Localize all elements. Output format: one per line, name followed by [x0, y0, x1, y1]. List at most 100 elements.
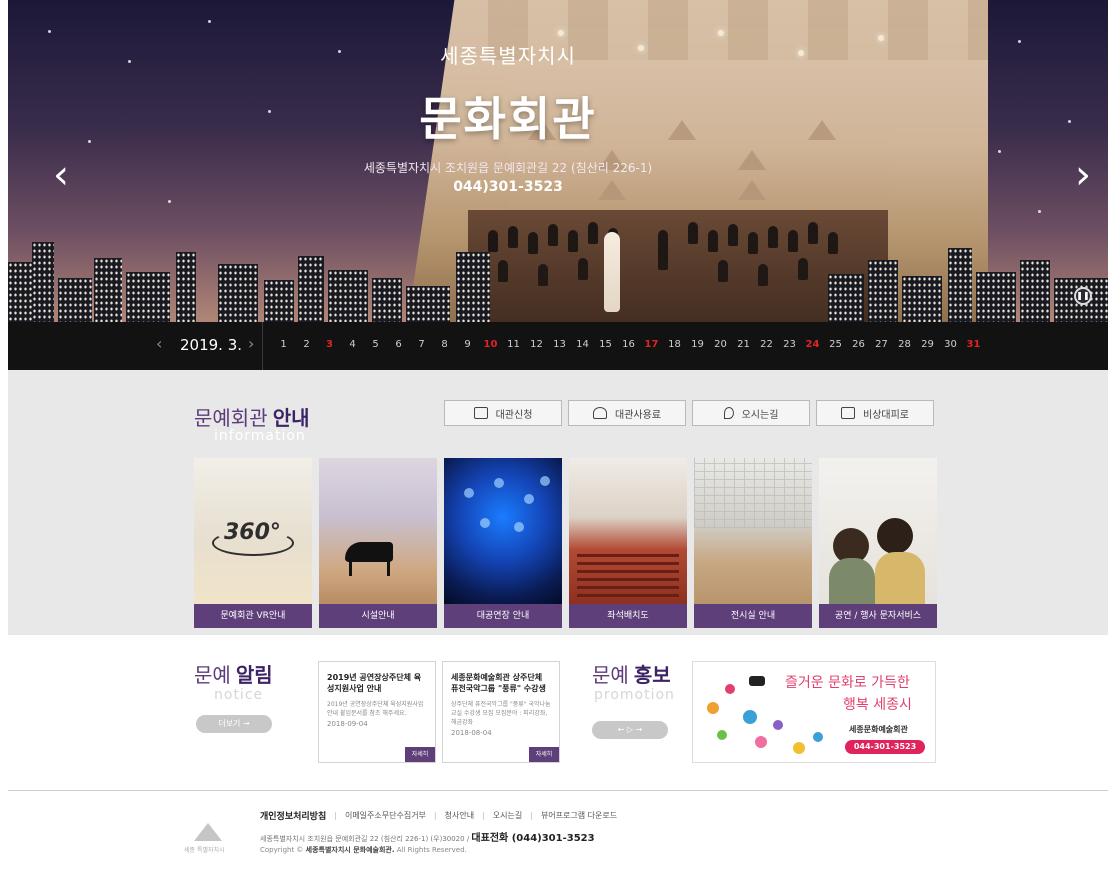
calendar-day[interactable]: 11	[502, 339, 525, 350]
promotion-slider-controls[interactable]: ← ▷ →	[592, 721, 668, 739]
calendar-next-month-button[interactable]: ›	[248, 334, 254, 353]
hero-phone: 044)301-3523	[453, 179, 563, 195]
gallery-guide-tile[interactable]: 전시실 안내	[694, 458, 812, 628]
calendar-day[interactable]: 5	[364, 339, 387, 350]
vr-360-text: 360°	[224, 520, 281, 545]
directions-button[interactable]: 오시는길	[692, 400, 810, 426]
promotion-banner[interactable]: 즐거운 문화로 가득한 행복 세종시 세종문화예술회관 044-301-3523	[692, 661, 936, 763]
building-guide-link[interactable]: 청사안내	[445, 810, 474, 821]
email-refusal-link[interactable]: 이메일주소무단수집거부	[345, 810, 426, 821]
calendar-day[interactable]: 19	[686, 339, 709, 350]
chevron-right-icon[interactable]: ›	[1068, 155, 1098, 199]
vr-guide-tile[interactable]: 360° 문예회관 VR안내	[194, 458, 312, 628]
kids-phone-image	[819, 458, 937, 606]
main-hall-label: 대공연장 안내	[444, 604, 562, 628]
vr-guide-label: 문예회관 VR안내	[194, 604, 312, 628]
hero-text-block: 세종특별자치시 문화회관 세종특별자치시 조치원읍 문예회관길 22 (침산리 …	[308, 40, 708, 195]
calendar-bar: ‹ 2019. 3. › 1 2 3 4 5 6 7 8 9 10 11 12 13 14 15 16 17 18…	[8, 322, 1108, 370]
hero-subtitle: 세종특별자치시	[440, 44, 576, 68]
notice-detail-button[interactable]: 자세히	[529, 747, 559, 762]
calendar-day[interactable]: 12	[525, 339, 548, 350]
info-section-subtitle: information	[214, 428, 306, 444]
privacy-policy-link[interactable]: 개인정보처리방침	[260, 809, 326, 822]
money-icon	[593, 407, 607, 419]
calendar-day[interactable]: 29	[916, 339, 939, 350]
copyright-org: 세종특별자치시 문화예술회관.	[305, 846, 395, 854]
banner-subheadline: 행복 세종시	[843, 697, 912, 713]
seating-chart-tile[interactable]: 좌석배치도	[569, 458, 687, 628]
calendar-day[interactable]: 7	[410, 339, 433, 350]
calendar-day[interactable]: 8	[433, 339, 456, 350]
rental-application-button[interactable]: 대관신청	[444, 400, 562, 426]
info-title-bold: 안내	[272, 406, 310, 430]
seating-image	[569, 458, 687, 606]
footer-links: 개인정보처리방침 | 이메일주소무단수집거부 | 청사안내 | 오시는길 | 뷰…	[260, 809, 618, 822]
calendar-day[interactable]: 30	[939, 339, 962, 350]
promotion-section-subtitle: promotion	[594, 687, 675, 703]
footer-address: 세종특별자치시 조치원읍 문예회관길 22 (침산리 226-1) (우)300…	[260, 829, 595, 844]
calendar-day[interactable]: 20	[709, 339, 732, 350]
calendar-divider	[262, 322, 263, 370]
calendar-day[interactable]: 17	[640, 339, 663, 350]
gallery-image	[694, 458, 812, 606]
calendar-prev-month-button[interactable]: ‹	[156, 334, 162, 353]
calendar-day[interactable]: 2	[295, 339, 318, 350]
info-tiles: 360° 문예회관 VR안내 시설안내 대공연장 안내 좌석배치도 전시실 안내…	[194, 458, 937, 628]
notice-card[interactable]: 2019년 공연장상주단체 육성지원사업 안내 2019년 공연장상주단체 육성…	[318, 661, 436, 763]
banner-headline: 즐거운 문화로 가득한	[785, 675, 910, 691]
pause-icon[interactable]: ❚❚	[1074, 287, 1092, 305]
calendar-day[interactable]: 14	[571, 339, 594, 350]
calendar-day[interactable]: 21	[732, 339, 755, 350]
calendar-day[interactable]: 23	[778, 339, 801, 350]
calendar-day[interactable]: 31	[962, 339, 985, 350]
logo-text: 세종 특별자치시	[184, 847, 225, 854]
calendar-day[interactable]: 1	[272, 339, 295, 350]
calendar-day[interactable]: 16	[617, 339, 640, 350]
calendar-day[interactable]: 26	[847, 339, 870, 350]
sms-service-tile[interactable]: 공연 / 행사 문자서비스	[819, 458, 937, 628]
notice-more-button[interactable]: 더보기 →	[196, 715, 272, 733]
calendar-day[interactable]: 22	[755, 339, 778, 350]
calendar-day[interactable]: 25	[824, 339, 847, 350]
notice-card[interactable]: 세종문화예술회관 상주단체 퓨전국악그룹 "풍류" 수강생 상주단체 퓨전국악그…	[442, 661, 560, 763]
footer-copyright: Copyright © 세종특별자치시 문화예술회관. All Rights R…	[260, 845, 467, 855]
facility-guide-label: 시설안내	[319, 604, 437, 628]
viewer-download-link[interactable]: 뷰어프로그램 다운로드	[541, 810, 617, 821]
calendar-day[interactable]: 9	[456, 339, 479, 350]
emergency-exit-button[interactable]: 비상대피로	[816, 400, 934, 426]
calendar-day[interactable]: 10	[479, 339, 502, 350]
hero-title: 문화회관	[419, 92, 597, 146]
calendar-day[interactable]: 24	[801, 339, 824, 350]
rental-fee-button[interactable]: 대관사용료	[568, 400, 686, 426]
notice-card-date: 2018-09-04	[327, 720, 368, 728]
calendar-day[interactable]: 18	[663, 339, 686, 350]
notice-section-title: 문예 알림	[194, 659, 273, 688]
city-skyline	[8, 232, 1108, 322]
notice-title-light: 문예	[194, 663, 231, 687]
notice-card-date: 2018-08-04	[451, 729, 492, 737]
piano-icon	[345, 542, 393, 562]
banner-phone: 044-301-3523	[845, 740, 925, 754]
calendar-day[interactable]: 6	[387, 339, 410, 350]
directions-link[interactable]: 오시는길	[493, 810, 522, 821]
notice-card-title: 세종문화예술회관 상주단체 퓨전국악그룹 "풍류" 수강생	[451, 673, 546, 693]
calendar-day[interactable]: 27	[870, 339, 893, 350]
calendar-day[interactable]: 15	[594, 339, 617, 350]
chevron-left-icon[interactable]: ‹	[46, 155, 76, 199]
facility-guide-tile[interactable]: 시설안내	[319, 458, 437, 628]
promotion-section-title: 문예 홍보	[592, 659, 671, 688]
footer-address-text: 세종특별자치시 조치원읍 문예회관길 22 (침산리 226-1) (우)300…	[260, 835, 470, 843]
promotion-title-light: 문예	[592, 663, 629, 687]
directions-label: 오시는길	[741, 409, 779, 421]
calendar-day[interactable]: 4	[341, 339, 364, 350]
notice-card-title: 2019년 공연장상주단체 육성지원사업 안내	[327, 673, 422, 693]
calendar-day[interactable]: 13	[548, 339, 571, 350]
notice-detail-button[interactable]: 자세히	[405, 747, 435, 762]
notice-promotion-section: 문예 알림 notice 더보기 → 2019년 공연장상주단체 육성지원사업 …	[8, 635, 1108, 790]
location-icon	[723, 407, 734, 419]
city-logo: 세종 특별자치시	[184, 823, 244, 857]
notice-card-body: 2019년 공연장상주단체 육성지원사업 안내 붙임문서를 참조 해주세요.	[327, 701, 424, 717]
calendar-day[interactable]: 3	[318, 339, 341, 350]
calendar-day[interactable]: 28	[893, 339, 916, 350]
main-hall-tile[interactable]: 대공연장 안내	[444, 458, 562, 628]
